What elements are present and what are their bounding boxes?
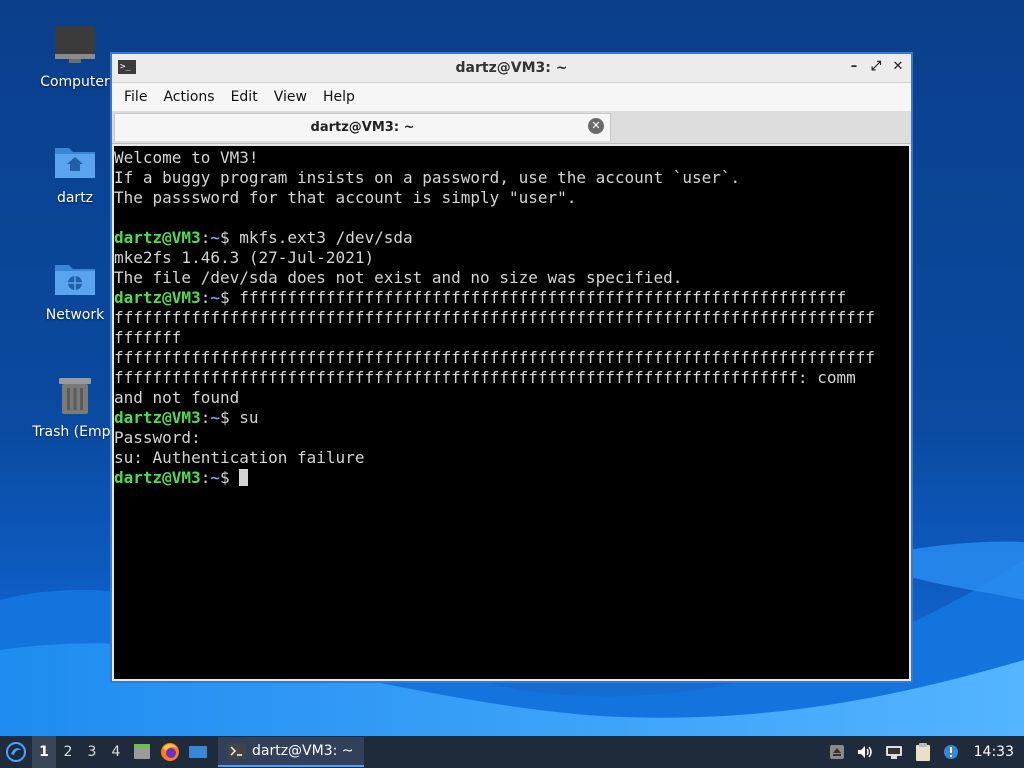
menu-help[interactable]: Help xyxy=(315,83,363,111)
taskbar-task-terminal[interactable]: dartz@VM3: ~ xyxy=(218,737,364,767)
minimize-button[interactable]: – xyxy=(847,58,861,76)
terminal-prompt-line: dartz@VM3:~$ mkfs.ext3 /dev/sda xyxy=(114,228,909,248)
prompt-user: dartz@VM3 xyxy=(114,408,201,427)
task-label: dartz@VM3: ~ xyxy=(252,743,354,759)
show-desktop-button[interactable] xyxy=(184,736,212,768)
removable-drive-icon[interactable] xyxy=(828,743,846,761)
tab-label: dartz@VM3: ~ xyxy=(310,120,415,135)
menu-view[interactable]: View xyxy=(266,83,315,111)
terminal-output-line: The file /dev/sda does not exist and no … xyxy=(114,268,683,287)
show-desktop-icon xyxy=(189,746,207,758)
menu-edit[interactable]: Edit xyxy=(223,83,266,111)
terminal-output-line: mke2fs 1.46.3 (27-Jul-2021) xyxy=(114,248,375,267)
workspace-2[interactable]: 2 xyxy=(56,736,80,768)
terminal-output[interactable]: Welcome to VM3! If a buggy program insist… xyxy=(114,146,909,679)
terminal-icon xyxy=(228,743,246,759)
terminal-output-line: ffffffffffffffffffffffffffffffffffffffff… xyxy=(114,368,856,387)
workspace-3[interactable]: 3 xyxy=(80,736,104,768)
tab-terminal[interactable]: dartz@VM3: ~ ✕ xyxy=(114,113,611,141)
tab-bar: dartz@VM3: ~ ✕ xyxy=(112,111,911,144)
terminal-output-line: Password: xyxy=(114,428,201,447)
terminal-output-line: and not found xyxy=(114,388,240,407)
prompt-user: dartz@VM3 xyxy=(114,288,201,307)
terminal-app-icon: >_ xyxy=(118,60,136,74)
prompt-path: ~ xyxy=(210,408,220,427)
menu-file[interactable]: File xyxy=(116,83,155,111)
terminal-output-line: fffffff xyxy=(114,328,182,347)
menubar: File Actions Edit View Help xyxy=(112,83,911,111)
terminal-cursor xyxy=(239,469,249,486)
home-folder-icon xyxy=(51,138,99,186)
terminal-output-line: ffffffffffffffffffffffffffffffffffffffff… xyxy=(114,348,875,367)
file-manager-icon xyxy=(134,744,150,759)
prompt-path: ~ xyxy=(210,468,220,487)
clock[interactable]: 14:33 xyxy=(970,744,1018,760)
prompt-separator: : xyxy=(200,468,211,487)
workspace-1[interactable]: 1 xyxy=(32,736,56,768)
terminal-command: ffffffffffffffffffffffffffffffffffffffff… xyxy=(239,288,847,307)
prompt-user: dartz@VM3 xyxy=(114,228,201,247)
terminal-output-line: ffffffffffffffffffffffffffffffffffffffff… xyxy=(114,308,875,327)
window-title: dartz@VM3: ~ xyxy=(455,60,568,76)
menu-actions[interactable]: Actions xyxy=(155,83,222,111)
file-manager-launcher[interactable] xyxy=(128,736,156,768)
terminal-output-line: Welcome to VM3! xyxy=(114,148,259,167)
prompt-separator: : xyxy=(200,228,211,247)
terminal-prompt-line: dartz@VM3:~$ xyxy=(114,468,909,488)
terminal-prompt-line: dartz@VM3:~$ su xyxy=(114,408,909,428)
prompt-char: $ xyxy=(219,408,240,427)
system-tray: 14:33 xyxy=(828,742,1024,762)
prompt-user: dartz@VM3 xyxy=(114,468,201,487)
terminal-prompt-line: dartz@VM3:~$ fffffffffffffffffffffffffff… xyxy=(114,288,909,308)
prompt-char: $ xyxy=(219,468,240,487)
prompt-separator: : xyxy=(200,288,211,307)
trash-icon xyxy=(51,372,99,420)
workspace-4[interactable]: 4 xyxy=(104,736,128,768)
volume-icon[interactable] xyxy=(856,743,874,761)
terminal-output-line: The passsword for that account is simply… xyxy=(114,188,577,207)
terminal-command: mkfs.ext3 /dev/sda xyxy=(239,228,413,247)
network-folder-icon xyxy=(51,255,99,303)
prompt-char: $ xyxy=(219,288,240,307)
tab-close-icon[interactable]: ✕ xyxy=(588,118,604,134)
firefox-launcher[interactable] xyxy=(156,736,184,768)
terminal-window[interactable]: >_ dartz@VM3: ~ – ⤢ ✕ File Actions Edit … xyxy=(110,52,913,683)
close-button[interactable]: ✕ xyxy=(891,58,905,76)
terminal-output-line: If a buggy program insists on a password… xyxy=(114,168,741,187)
update-notifier-icon[interactable] xyxy=(942,743,960,761)
clipboard-icon[interactable] xyxy=(914,742,932,762)
computer-icon xyxy=(51,22,99,70)
network-icon[interactable] xyxy=(884,743,904,761)
terminal-output-line: su: Authentication failure xyxy=(114,448,365,467)
window-titlebar[interactable]: >_ dartz@VM3: ~ – ⤢ ✕ xyxy=(112,54,911,83)
prompt-path: ~ xyxy=(210,288,220,307)
maximize-button[interactable]: ⤢ xyxy=(869,58,883,76)
firefox-icon xyxy=(161,743,179,761)
prompt-path: ~ xyxy=(210,228,220,247)
start-menu-button[interactable] xyxy=(0,736,32,768)
taskbar: 1 2 3 4 dartz@VM3: ~ 14:33 xyxy=(0,736,1024,768)
terminal-command: su xyxy=(239,408,259,427)
prompt-char: $ xyxy=(219,228,240,247)
start-menu-icon xyxy=(6,742,26,762)
prompt-separator: : xyxy=(200,408,211,427)
